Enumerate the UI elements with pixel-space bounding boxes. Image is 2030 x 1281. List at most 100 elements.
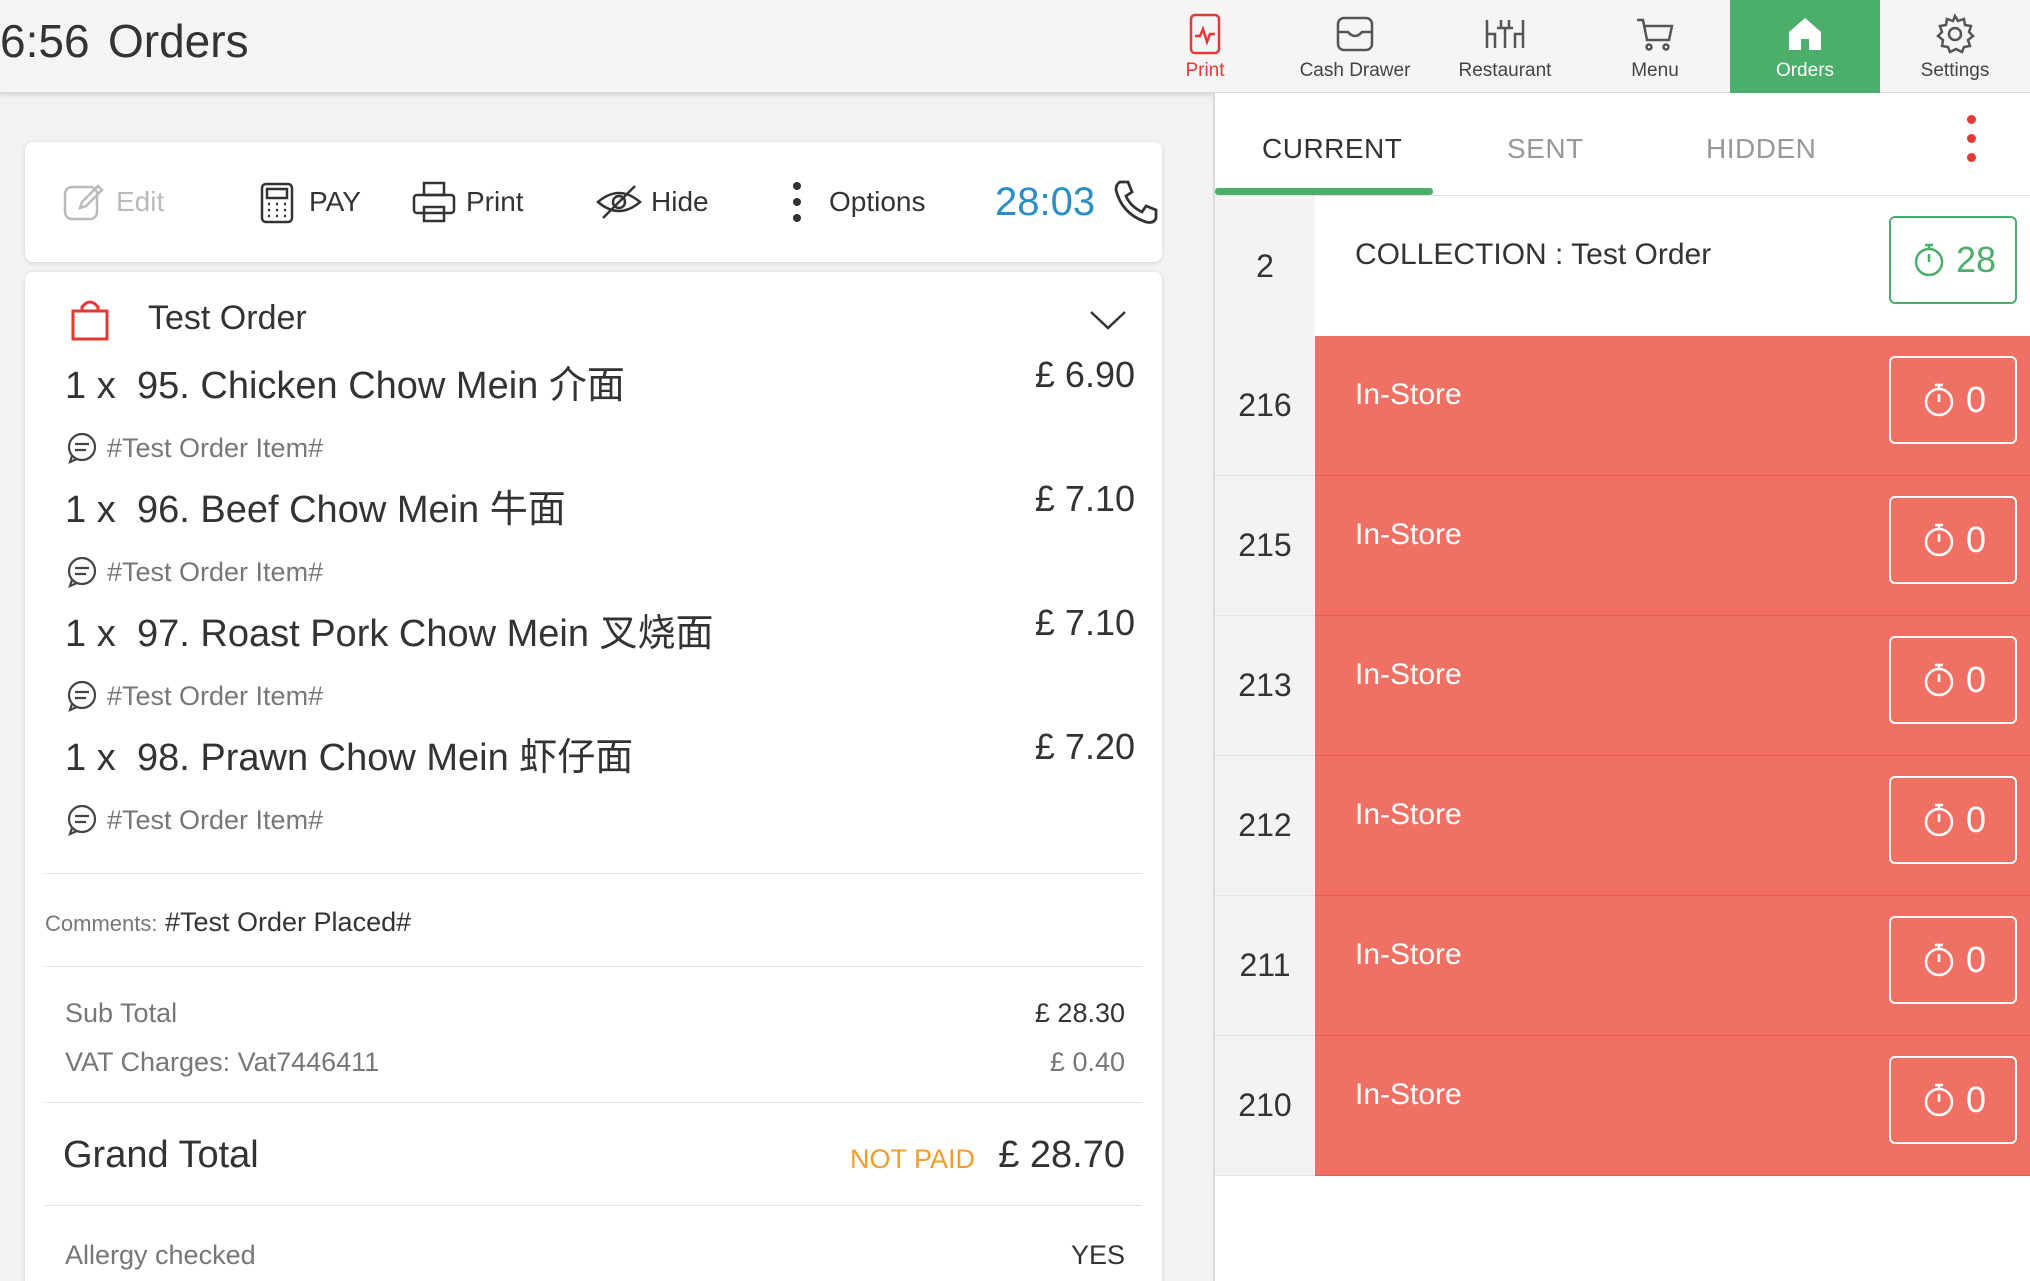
print-receipt-icon	[1189, 13, 1221, 54]
hide-button[interactable]: Hide	[595, 174, 709, 230]
stopwatch-icon	[1914, 243, 1944, 277]
nav-print-label: Print	[1185, 59, 1225, 81]
order-row-label: In-Store	[1355, 938, 1462, 971]
order-item[interactable]: 1 x 95. Chicken Chow Mein 介面 £ 6.90 #Test…	[65, 354, 1135, 465]
item-note: #Test Order Item#	[65, 431, 1135, 465]
order-timer-box: 0	[1889, 1056, 2017, 1144]
pay-button[interactable]: PAY	[253, 174, 361, 230]
order-list-row[interactable]: 216 In-Store 0	[1215, 336, 2030, 476]
phone-icon[interactable]	[1110, 176, 1162, 228]
note-icon	[67, 432, 97, 464]
shopping-bag-icon	[71, 300, 109, 341]
order-list-row[interactable]: 213 In-Store 0	[1215, 616, 2030, 756]
item-note-text: #Test Order Item#	[107, 680, 324, 711]
order-row-label: In-Store	[1355, 798, 1462, 831]
nav-settings[interactable]: Settings	[1880, 0, 2030, 93]
order-number: 213	[1215, 616, 1315, 756]
order-list-row[interactable]: 210 In-Store 0	[1215, 1036, 2030, 1176]
order-item[interactable]: 1 x 97. Roast Pork Chow Mein 叉烧面 £ 7.10 #…	[65, 602, 1135, 713]
item-note: #Test Order Item#	[65, 803, 1135, 837]
nav-menu[interactable]: Menu	[1580, 0, 1730, 93]
order-list-row[interactable]: 2 COLLECTION : Test Order 28	[1215, 196, 2030, 336]
stopwatch-icon	[1924, 523, 1954, 557]
grand-total-value: £ 28.70	[998, 1134, 1125, 1176]
order-list-row[interactable]: 212 In-Store 0	[1215, 756, 2030, 896]
item-name: 98. Prawn Chow Mein 虾仔面	[137, 737, 634, 779]
item-note: #Test Order Item#	[65, 555, 1135, 589]
nav-cash-drawer[interactable]: Cash Drawer	[1280, 0, 1430, 93]
order-number: 2	[1215, 196, 1315, 336]
divider	[45, 873, 1142, 874]
item-qty: 1 x	[65, 737, 116, 779]
note-icon	[67, 804, 97, 836]
item-name: 97. Roast Pork Chow Mein 叉烧面	[137, 613, 714, 655]
cash-drawer-icon	[1336, 16, 1374, 51]
nav-orders-label: Orders	[1775, 59, 1835, 81]
divider	[45, 1205, 1142, 1206]
top-bar: 6:56 Orders Print Cash Drawer Restaurant	[0, 0, 2030, 93]
top-nav: Print Cash Drawer Restaurant Menu Orders…	[1130, 0, 2030, 93]
note-icon	[67, 556, 97, 588]
nav-restaurant[interactable]: Restaurant	[1430, 0, 1580, 93]
nav-menu-label: Menu	[1631, 59, 1679, 81]
clock: 6:56	[0, 15, 90, 67]
item-note-text: #Test Order Item#	[107, 432, 324, 463]
order-timer: 28:03	[995, 180, 1096, 224]
active-tab-indicator	[1215, 188, 1433, 195]
nav-orders[interactable]: Orders	[1730, 0, 1880, 93]
item-price: £ 7.10	[1034, 478, 1135, 519]
order-timer-box: 0	[1889, 496, 2017, 584]
nav-cash-drawer-label: Cash Drawer	[1299, 59, 1411, 81]
restaurant-icon	[1485, 19, 1525, 48]
sub-total-row: Sub Total £ 28.30	[65, 998, 1125, 1029]
edit-button[interactable]: Edit	[60, 174, 164, 230]
order-list-row[interactable]: 211 In-Store 0	[1215, 896, 2030, 1036]
pay-label: PAY	[309, 186, 361, 217]
home-icon	[1789, 17, 1821, 50]
printer-icon	[412, 181, 456, 223]
nav-print[interactable]: Print	[1130, 0, 1280, 93]
order-row-label: In-Store	[1355, 658, 1462, 691]
order-row-body: In-Store 0	[1315, 756, 2030, 896]
tab-hidden[interactable]: HIDDEN	[1706, 133, 1816, 165]
options-button[interactable]: Options	[773, 174, 926, 230]
eye-off-icon	[596, 185, 642, 219]
order-list-row[interactable]: 215 In-Store 0	[1215, 476, 2030, 616]
print-button[interactable]: Print	[410, 174, 524, 230]
item-price: £ 7.10	[1034, 602, 1135, 643]
edit-icon	[63, 184, 104, 221]
order-timer-box: 0	[1889, 776, 2017, 864]
order-timer-value: 0	[1965, 659, 1987, 700]
order-row-body: In-Store 0	[1315, 336, 2030, 476]
stopwatch-icon	[1924, 803, 1954, 837]
item-price: £ 6.90	[1034, 354, 1135, 395]
order-row-body: In-Store 0	[1315, 896, 2030, 1036]
more-options-icon[interactable]	[1960, 115, 1982, 173]
order-name: Test Order	[148, 299, 307, 337]
stopwatch-icon	[1924, 1083, 1954, 1117]
nav-restaurant-label: Restaurant	[1458, 59, 1552, 81]
tab-sent[interactable]: SENT	[1507, 133, 1584, 165]
allergy-row: Allergy checked YES	[65, 1240, 1125, 1271]
grand-total-label: Grand Total	[63, 1134, 259, 1176]
cart-icon	[1637, 18, 1674, 51]
tab-current[interactable]: CURRENT	[1262, 133, 1402, 165]
order-timer-box: 0	[1889, 916, 2017, 1004]
order-number: 216	[1215, 336, 1315, 476]
order-item[interactable]: 1 x 98. Prawn Chow Mein 虾仔面 £ 7.20 #Test …	[65, 726, 1135, 837]
sub-total-label: Sub Total	[65, 998, 178, 1028]
note-icon	[67, 680, 97, 712]
order-comments: Comments: #Test Order Placed#	[45, 907, 411, 938]
order-timer-value: 28	[1955, 239, 1997, 280]
order-timer-value: 0	[1965, 799, 1987, 840]
kebab-menu-icon	[793, 182, 801, 222]
order-list-panel: CURRENT SENT HIDDEN 2 COLLECTION : Test …	[1213, 93, 2030, 1281]
vat-value: £ 0.40	[1049, 1047, 1125, 1077]
chevron-down-icon[interactable]	[1085, 300, 1131, 340]
comments-text: #Test Order Placed#	[165, 907, 412, 937]
sub-total-value: £ 28.30	[1034, 998, 1125, 1028]
order-timer-value: 0	[1965, 379, 1987, 420]
card-terminal-icon	[260, 182, 294, 224]
order-row-label: In-Store	[1355, 1078, 1462, 1111]
order-item[interactable]: 1 x 96. Beef Chow Mein 牛面 £ 7.10 #Test Or…	[65, 478, 1135, 589]
